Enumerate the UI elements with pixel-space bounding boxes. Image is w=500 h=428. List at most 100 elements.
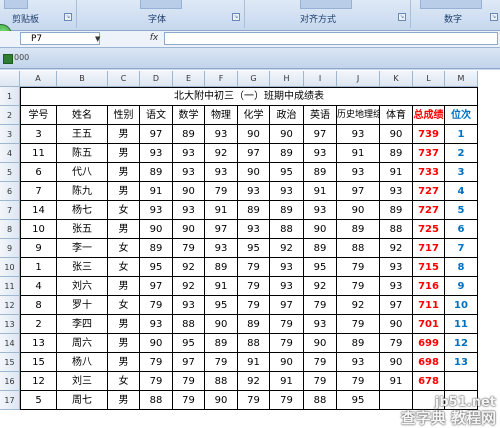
- row-header-13[interactable]: 13: [0, 315, 20, 334]
- table-cell[interactable]: 95: [205, 296, 238, 315]
- table-cell[interactable]: 89: [205, 258, 238, 277]
- table-cell[interactable]: 91: [380, 163, 413, 182]
- row-header-5[interactable]: 5: [0, 163, 20, 182]
- number-launcher-icon[interactable]: ↘: [490, 13, 498, 21]
- row-header-14[interactable]: 14: [0, 334, 20, 353]
- header-cell[interactable]: 数学: [173, 106, 205, 125]
- table-cell[interactable]: 张三: [57, 258, 108, 277]
- table-cell[interactable]: 93: [270, 258, 304, 277]
- table-cell[interactable]: 90: [380, 353, 413, 372]
- name-box[interactable]: P7: [20, 32, 100, 45]
- table-cell[interactable]: 代八: [57, 163, 108, 182]
- table-cell[interactable]: 95: [173, 334, 205, 353]
- column-header-d[interactable]: D: [140, 71, 173, 87]
- table-cell[interactable]: 93: [337, 163, 380, 182]
- row-header-3[interactable]: 3: [0, 125, 20, 144]
- header-cell[interactable]: 性别: [108, 106, 140, 125]
- table-cell[interactable]: 79: [337, 258, 380, 277]
- table-cell[interactable]: 周七: [57, 391, 108, 410]
- column-header-g[interactable]: G: [238, 71, 270, 87]
- table-cell[interactable]: 7: [20, 182, 57, 201]
- alignment-launcher-icon[interactable]: ↘: [398, 13, 406, 21]
- table-cell[interactable]: 97: [270, 296, 304, 315]
- table-cell[interactable]: 79: [304, 296, 337, 315]
- table-cell[interactable]: 79: [205, 182, 238, 201]
- table-cell[interactable]: 97: [173, 353, 205, 372]
- table-cell[interactable]: [445, 391, 478, 410]
- column-header-b[interactable]: B: [57, 71, 108, 87]
- table-cell[interactable]: 90: [270, 353, 304, 372]
- header-cell[interactable]: 英语: [304, 106, 337, 125]
- column-header-j[interactable]: J: [337, 71, 380, 87]
- table-cell[interactable]: 91: [304, 182, 337, 201]
- column-header-h[interactable]: H: [270, 71, 304, 87]
- table-cell[interactable]: 93: [205, 163, 238, 182]
- table-cell[interactable]: 92: [304, 277, 337, 296]
- table-cell[interactable]: 678: [413, 372, 445, 391]
- column-header-m[interactable]: M: [445, 71, 478, 87]
- table-cell[interactable]: 91: [205, 277, 238, 296]
- table-cell[interactable]: 93: [380, 182, 413, 201]
- table-cell[interactable]: 91: [337, 144, 380, 163]
- row-header-6[interactable]: 6: [0, 182, 20, 201]
- table-cell[interactable]: 12: [445, 334, 478, 353]
- table-cell[interactable]: 97: [304, 125, 337, 144]
- table-cell[interactable]: 739: [413, 125, 445, 144]
- table-cell[interactable]: 93: [380, 277, 413, 296]
- table-cell[interactable]: 95: [238, 239, 270, 258]
- table-cell[interactable]: 90: [140, 334, 173, 353]
- table-cell[interactable]: 90: [140, 220, 173, 239]
- table-cell[interactable]: 6: [445, 220, 478, 239]
- table-cell[interactable]: 刘六: [57, 277, 108, 296]
- table-cell[interactable]: 93: [205, 239, 238, 258]
- header-cell[interactable]: 历史地理综合: [337, 106, 380, 125]
- table-cell[interactable]: 男: [108, 391, 140, 410]
- font-launcher-icon[interactable]: ↘: [232, 13, 240, 21]
- table-cell[interactable]: 727: [413, 201, 445, 220]
- table-cell[interactable]: 92: [380, 239, 413, 258]
- table-cell[interactable]: 93: [238, 220, 270, 239]
- table-cell[interactable]: 90: [173, 220, 205, 239]
- table-cell[interactable]: 79: [173, 391, 205, 410]
- table-cell[interactable]: 5: [20, 391, 57, 410]
- table-cell[interactable]: 88: [205, 372, 238, 391]
- table-cell[interactable]: [380, 391, 413, 410]
- row-header-9[interactable]: 9: [0, 239, 20, 258]
- table-cell[interactable]: 88: [337, 239, 380, 258]
- table-cell[interactable]: 97: [380, 296, 413, 315]
- table-cell[interactable]: 97: [238, 144, 270, 163]
- table-cell[interactable]: 79: [270, 315, 304, 334]
- table-cell[interactable]: 李一: [57, 239, 108, 258]
- row-header-15[interactable]: 15: [0, 353, 20, 372]
- table-cell[interactable]: 93: [304, 201, 337, 220]
- table-cell[interactable]: 92: [270, 239, 304, 258]
- table-cell[interactable]: 4: [445, 182, 478, 201]
- table-cell[interactable]: 88: [173, 315, 205, 334]
- table-cell[interactable]: 90: [270, 125, 304, 144]
- row-header-2[interactable]: 2: [0, 106, 20, 125]
- table-cell[interactable]: 79: [238, 277, 270, 296]
- table-cell[interactable]: 男: [108, 220, 140, 239]
- header-cell[interactable]: 政治: [270, 106, 304, 125]
- table-cell[interactable]: 699: [413, 334, 445, 353]
- table-cell[interactable]: 女: [108, 372, 140, 391]
- table-cell[interactable]: 14: [20, 201, 57, 220]
- table-cell[interactable]: 93: [304, 144, 337, 163]
- table-cell[interactable]: 93: [270, 277, 304, 296]
- table-cell[interactable]: 89: [270, 201, 304, 220]
- table-cell[interactable]: 89: [380, 144, 413, 163]
- table-cell[interactable]: 89: [380, 201, 413, 220]
- row-header-16[interactable]: 16: [0, 372, 20, 391]
- table-cell[interactable]: 79: [205, 353, 238, 372]
- table-cell[interactable]: 93: [337, 125, 380, 144]
- table-cell[interactable]: 701: [413, 315, 445, 334]
- table-cell[interactable]: 79: [238, 258, 270, 277]
- table-cell[interactable]: 79: [173, 372, 205, 391]
- column-header-l[interactable]: L: [413, 71, 445, 87]
- table-cell[interactable]: 男: [108, 334, 140, 353]
- table-cell[interactable]: 97: [337, 182, 380, 201]
- table-cell[interactable]: 733: [413, 163, 445, 182]
- table-cell[interactable]: 1: [445, 125, 478, 144]
- table-cell[interactable]: 5: [445, 201, 478, 220]
- function-icon[interactable]: fx: [146, 31, 162, 45]
